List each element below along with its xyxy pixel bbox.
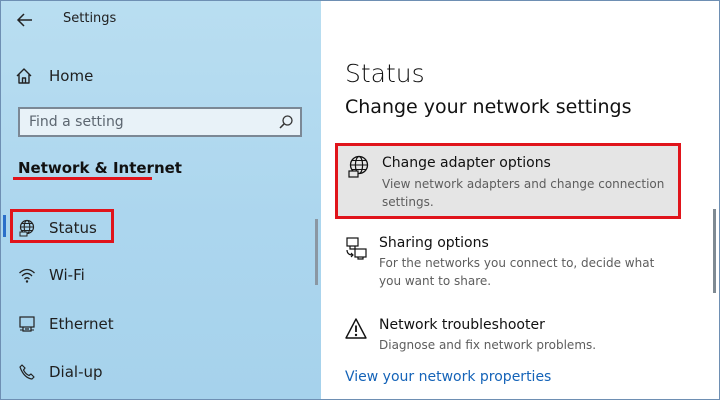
search-input[interactable] xyxy=(20,108,278,136)
window-title: Settings xyxy=(63,11,117,26)
sharing-icon xyxy=(344,236,368,260)
ethernet-icon xyxy=(18,315,36,333)
sidebar-item-dialup[interactable]: Dial-up xyxy=(1,355,321,389)
page-title: Status xyxy=(345,59,425,88)
section-title-underline xyxy=(13,177,152,180)
back-arrow-icon[interactable] xyxy=(15,11,35,29)
page-subtitle: Change your network settings xyxy=(345,96,632,118)
settings-window: Settings Home Network & Internet Status xyxy=(0,0,720,400)
warning-icon xyxy=(344,317,368,341)
section-title: Network & Internet xyxy=(18,159,182,177)
change-adapter-options[interactable]: Change adapter options View network adap… xyxy=(335,143,681,219)
option-description: For the networks you connect to, decide … xyxy=(379,256,655,288)
view-network-properties-link[interactable]: View your network properties xyxy=(345,369,551,385)
main-scrollbar[interactable] xyxy=(713,209,716,293)
search-icon[interactable] xyxy=(278,114,294,130)
sidebar-scrollbar[interactable] xyxy=(315,219,318,285)
sidebar-item-label: Ethernet xyxy=(49,315,114,333)
home-label: Home xyxy=(49,67,94,85)
network-troubleshooter[interactable]: Network troubleshooter Diagnose and fix … xyxy=(335,311,681,361)
sharing-options[interactable]: Sharing options For the networks you con… xyxy=(335,229,681,299)
sidebar-item-ethernet[interactable]: Ethernet xyxy=(1,307,321,341)
main-panel: Status Change your network settings Chan… xyxy=(321,1,719,399)
option-title: Change adapter options xyxy=(382,155,551,171)
sidebar-item-label: Wi-Fi xyxy=(49,266,85,284)
option-description: Diagnose and fix network problems. xyxy=(379,338,597,352)
phone-icon xyxy=(18,363,36,381)
home-link[interactable]: Home xyxy=(15,65,93,87)
wifi-icon xyxy=(18,266,36,284)
sidebar: Settings Home Network & Internet Status xyxy=(1,1,321,399)
globe-monitor-icon xyxy=(347,155,371,179)
home-icon xyxy=(15,67,33,85)
search-box[interactable] xyxy=(18,107,302,137)
sidebar-item-label: Dial-up xyxy=(49,363,103,381)
sidebar-item-wifi[interactable]: Wi-Fi xyxy=(1,258,321,292)
status-highlight-box xyxy=(10,209,114,243)
option-title: Sharing options xyxy=(379,235,489,251)
option-description: View network adapters and change connect… xyxy=(382,177,665,209)
option-title: Network troubleshooter xyxy=(379,317,545,333)
